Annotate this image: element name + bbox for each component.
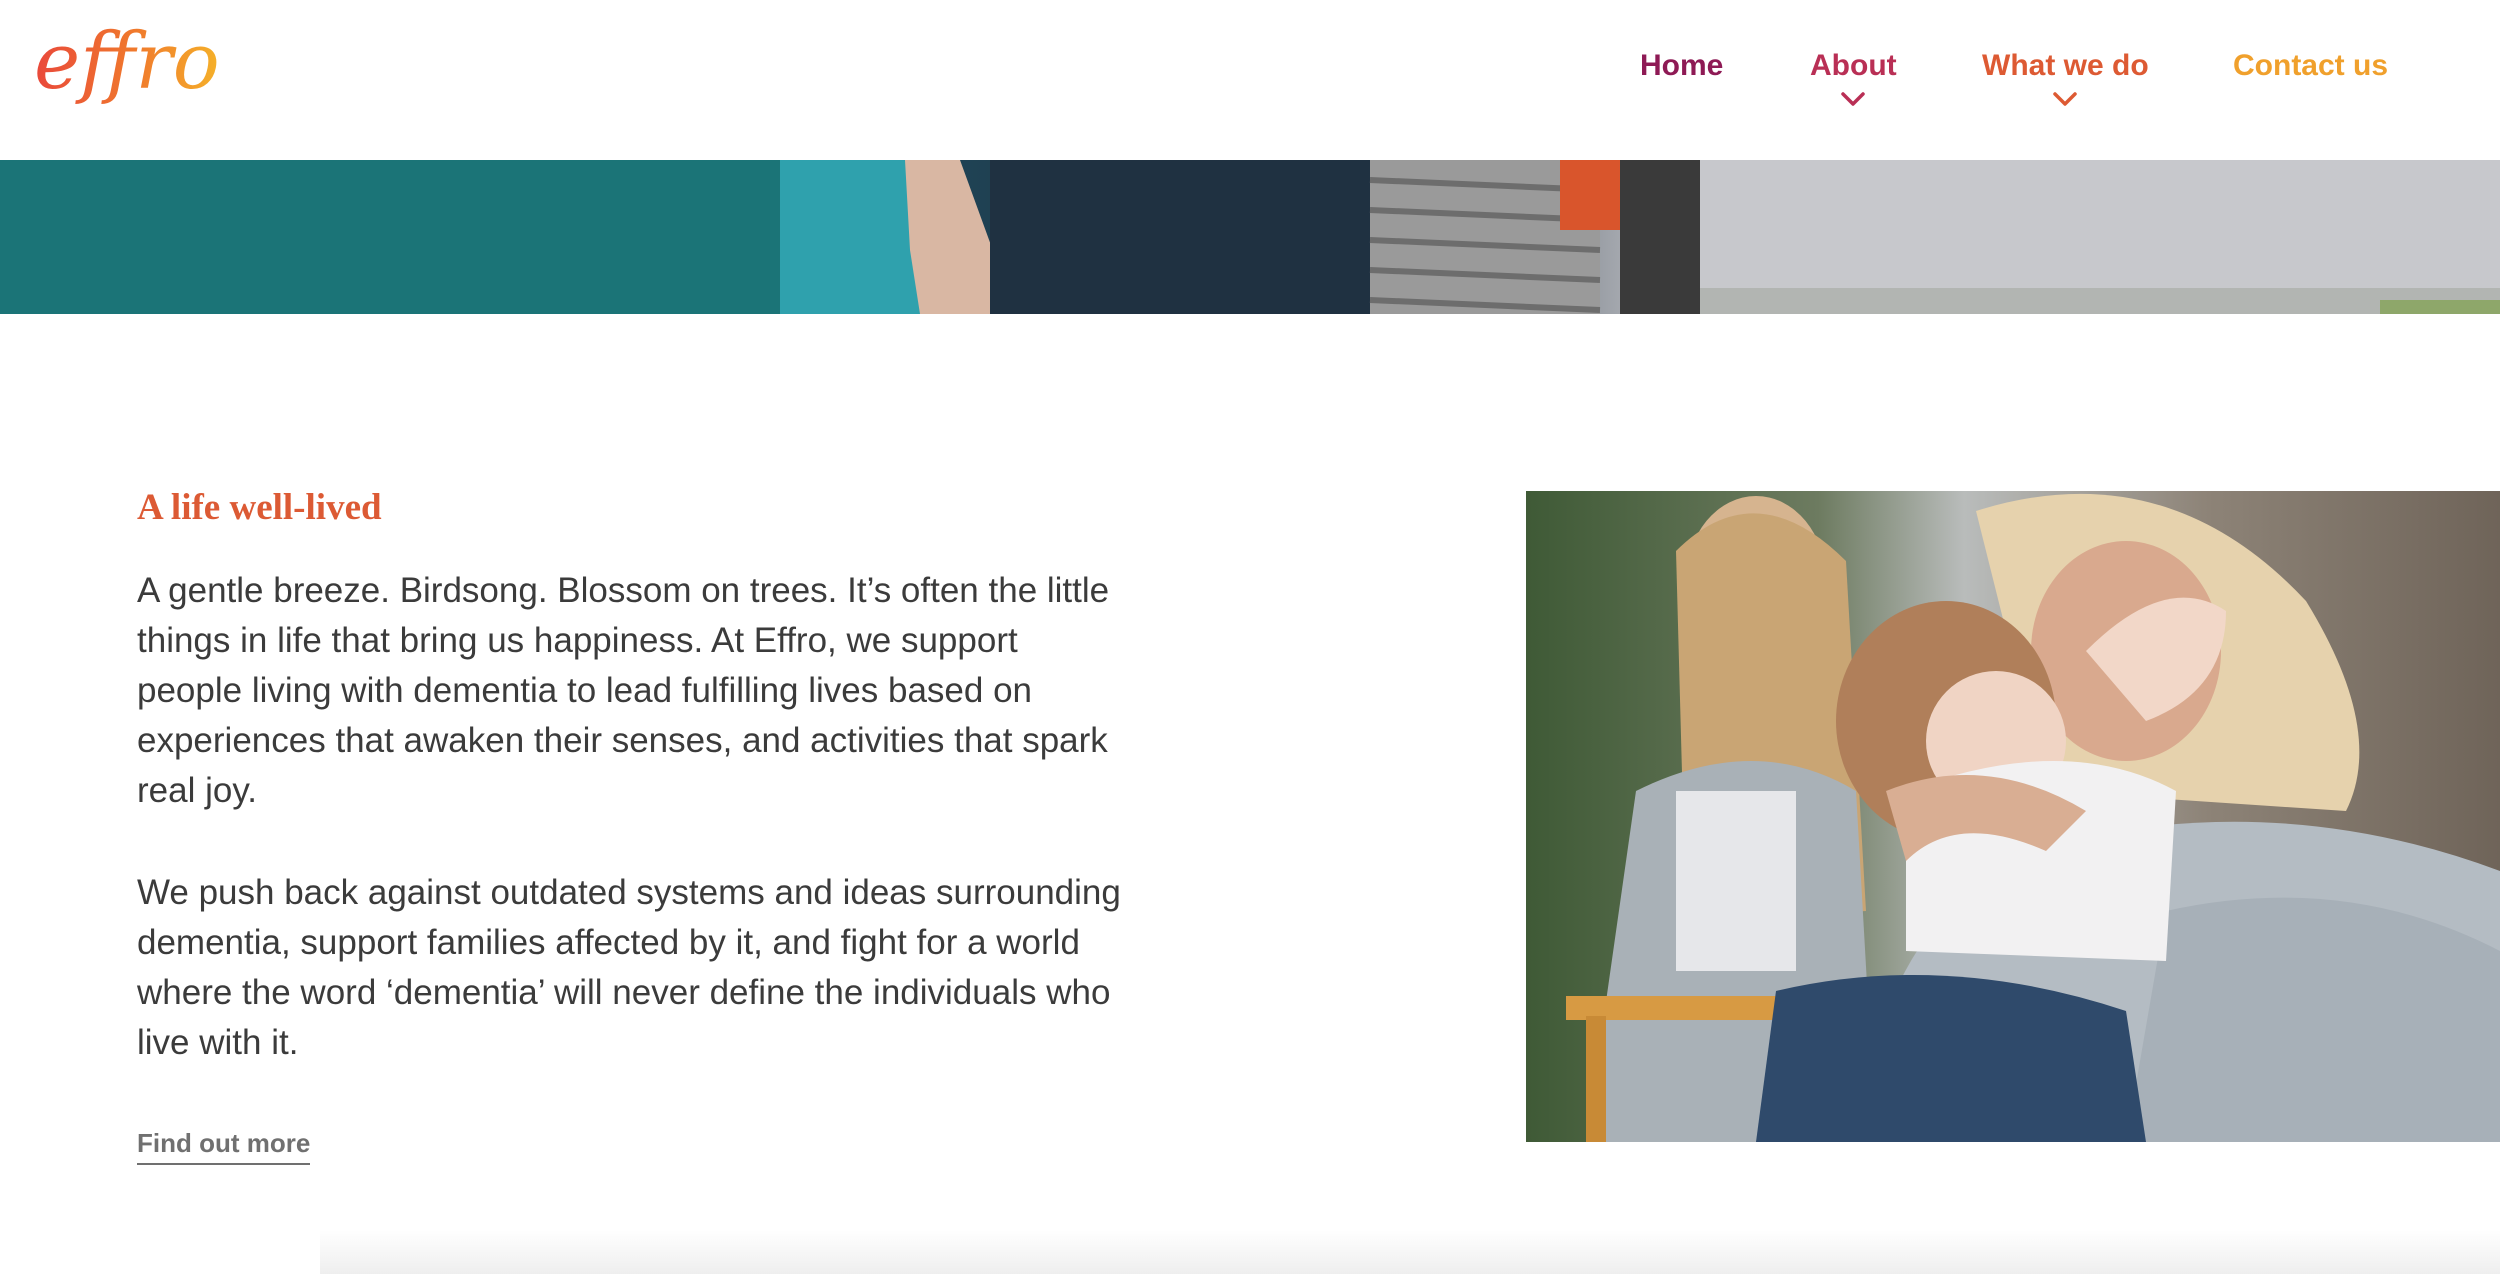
nav-what-we-do[interactable]: What we do	[1982, 46, 2149, 108]
nav-home[interactable]: Home	[1640, 46, 1723, 86]
nav-contact-us-label: Contact us	[2233, 49, 2389, 82]
site-header: effro Home About What we do Contact us	[0, 0, 2500, 160]
nav-about-label: About	[1810, 49, 1897, 82]
nav-contact-us[interactable]: Contact us	[2233, 46, 2388, 86]
bottom-shadow	[320, 1230, 2500, 1274]
grandmother-child-photo	[1526, 491, 2500, 1142]
nav-what-we-do-label: What we do	[1982, 49, 2149, 82]
section-title: A life well-lived	[137, 487, 382, 528]
nav-home-label: Home	[1640, 49, 1724, 82]
chevron-down-icon	[1841, 92, 1866, 106]
mission-paragraph: We push back against outdated systems an…	[137, 873, 1121, 1062]
effro-logo[interactable]: effro	[32, 10, 242, 130]
intro-paragraph: A gentle breeze. Birdsong. Blossom on tr…	[137, 571, 1110, 810]
logo-text: effro	[34, 17, 220, 107]
hero-image	[0, 160, 2500, 314]
find-out-more-link[interactable]: Find out more	[137, 1128, 311, 1165]
logo-wordmark-icon: effro	[34, 17, 220, 107]
hero-photo	[0, 160, 2500, 314]
chevron-down-icon	[2053, 92, 2078, 106]
feature-image	[1526, 491, 2500, 1142]
nav-about[interactable]: About	[1810, 46, 1897, 108]
